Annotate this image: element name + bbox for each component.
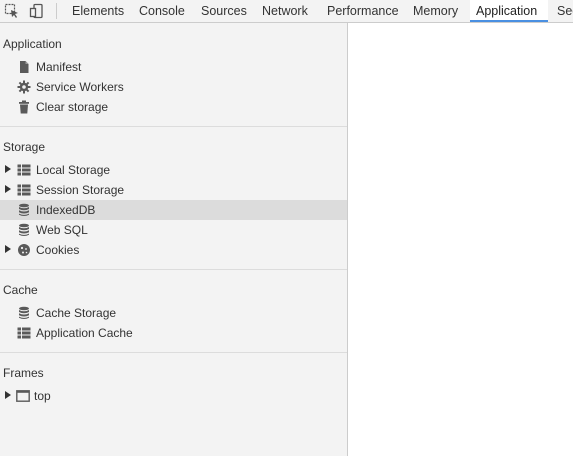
sidebar-item-label: Service Workers	[36, 80, 124, 94]
grid-icon	[17, 327, 31, 339]
sidebar-item-label: Manifest	[36, 60, 82, 74]
tab-application[interactable]: Application	[470, 0, 548, 22]
sidebar-item-label: Clear storage	[36, 100, 109, 114]
database-icon	[19, 203, 29, 217]
devtools-toolbar: Elements Console Sources Network Perform…	[0, 0, 573, 23]
expand-arrow-icon[interactable]	[5, 245, 11, 253]
sidebar-item-label: Session Storage	[36, 183, 125, 197]
sidebar-item-session-storage[interactable]: Session Storage	[0, 180, 347, 200]
gear-icon	[17, 80, 31, 94]
sidebar-item-label: IndexedDB	[36, 203, 96, 217]
sidebar-item-indexeddb[interactable]: IndexedDB	[0, 200, 347, 220]
expand-arrow-icon[interactable]	[5, 391, 11, 399]
sidebar-item-application-cache[interactable]: Application Cache	[0, 323, 347, 343]
grid-icon	[17, 164, 31, 176]
section-divider	[0, 352, 347, 353]
sidebar-item-frame-top[interactable]: top	[0, 386, 347, 406]
grid-icon	[17, 184, 31, 196]
tab-performance[interactable]: Performance	[321, 0, 405, 22]
cookie-icon	[18, 244, 30, 256]
sidebar-item-label: Web SQL	[36, 223, 88, 237]
sidebar-item-web-sql[interactable]: Web SQL	[0, 220, 347, 240]
section-title-frames: Frames	[3, 366, 44, 380]
sidebar-item-local-storage[interactable]: Local Storage	[0, 160, 347, 180]
sidebar-item-cookies[interactable]: Cookies	[0, 240, 347, 260]
tab-elements[interactable]: Elements	[66, 0, 130, 22]
database-icon	[19, 223, 29, 237]
expand-arrow-icon[interactable]	[5, 185, 11, 193]
section-title-application: Application	[3, 37, 62, 51]
sidebar-item-label: top	[34, 389, 51, 403]
sidebar-item-label: Cache Storage	[36, 306, 117, 320]
sidebar-item-label: Local Storage	[36, 163, 111, 177]
toolbar-separator	[56, 3, 57, 19]
frame-icon	[16, 390, 30, 402]
sidebar-item-cache-storage[interactable]: Cache Storage	[0, 303, 347, 323]
tab-memory[interactable]: Memory	[407, 0, 464, 22]
database-icon	[19, 306, 29, 320]
section-divider	[0, 126, 347, 127]
inspect-element-icon[interactable]	[4, 3, 20, 19]
main-content-panel	[349, 23, 573, 456]
sidebar-item-service-workers[interactable]: Service Workers	[0, 77, 347, 97]
sidebar-item-label: Application Cache	[36, 326, 133, 340]
device-toggle-icon[interactable]	[29, 3, 45, 19]
tab-network[interactable]: Network	[256, 0, 314, 22]
tab-console[interactable]: Console	[133, 0, 191, 22]
sidebar-item-clear-storage[interactable]: Clear storage	[0, 97, 347, 117]
expand-arrow-icon[interactable]	[5, 165, 11, 173]
tab-sources[interactable]: Sources	[195, 0, 253, 22]
sidebar-item-label: Cookies	[36, 243, 80, 257]
section-title-storage: Storage	[3, 140, 46, 154]
section-title-cache: Cache	[3, 283, 38, 297]
application-sidebar: Application Manifest Service Workers Cle…	[0, 23, 348, 456]
section-divider	[0, 269, 347, 270]
sidebar-item-manifest[interactable]: Manifest	[0, 57, 347, 77]
trash-icon	[19, 100, 29, 114]
tab-security[interactable]: Sec	[551, 0, 573, 22]
document-icon	[20, 61, 29, 73]
